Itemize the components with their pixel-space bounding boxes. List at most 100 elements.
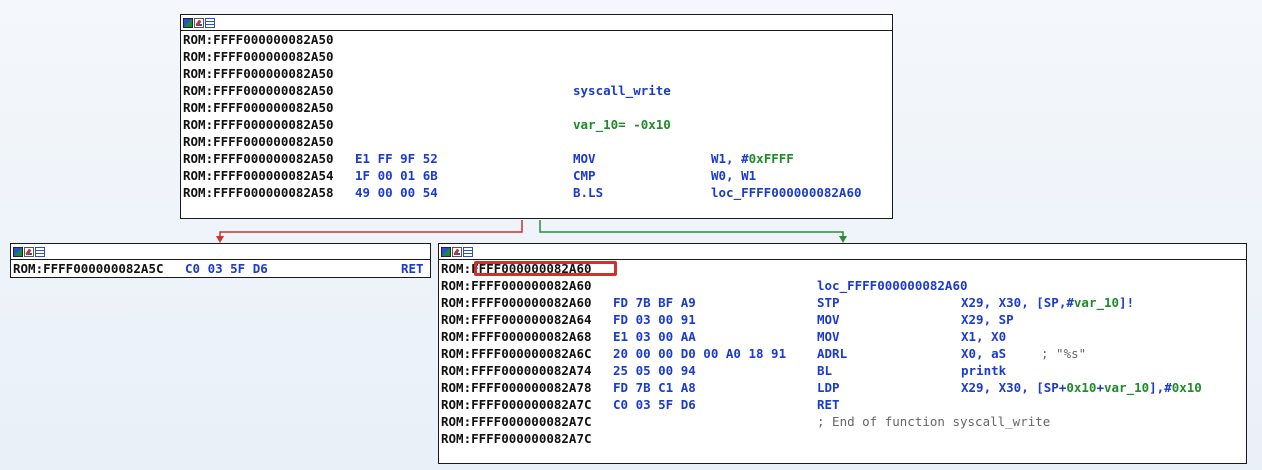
asm-line[interactable]: ROM:FFFF000000082A68 E1 03 00 AA MOV X1, X0 bbox=[441, 328, 1246, 345]
asm-line[interactable]: ROM:FFFF000000082A50 bbox=[183, 48, 892, 65]
graph-node-ret[interactable]: ROM:FFFF000000082A5C C0 03 5F D6 RET bbox=[10, 243, 431, 278]
operands[interactable]: X29, X30, [SP,#var_10]! bbox=[961, 294, 1134, 311]
address: ROM:FFFF000000082A60 bbox=[441, 295, 592, 310]
address: ROM:FFFF000000082A64 bbox=[441, 312, 592, 327]
opcode-bytes: 20 00 00 D0 00 A0 18 91 bbox=[613, 346, 787, 361]
mnemonic: RET bbox=[401, 261, 424, 276]
stack-var-decl[interactable]: var_10= -0x10 bbox=[573, 116, 671, 133]
asm-line[interactable]: ROM:FFFF000000082A7C bbox=[441, 430, 1246, 447]
opcode-bytes: 25 05 00 94 bbox=[613, 363, 696, 378]
address: ROM:FFFF000000082A78 bbox=[441, 380, 592, 395]
address: ROM:FFFF000000082A7C bbox=[441, 431, 592, 446]
comment: ; "%s" bbox=[1041, 346, 1087, 361]
asm-line[interactable]: ROM:FFFF000000082A6C 20 00 00 D0 00 A0 18… bbox=[441, 345, 1246, 362]
edit-node-icon[interactable] bbox=[24, 246, 34, 257]
address: ROM:FFFF000000082A50 bbox=[183, 49, 334, 64]
graph-node-loc-82a60[interactable]: ROM:FFFF000000082A60 ROM:FFFF000000082A6… bbox=[438, 243, 1247, 464]
opcode-bytes: E1 FF 9F 52 bbox=[355, 151, 438, 166]
asm-line[interactable]: ROM:FFFF000000082A50 var_10= -0x10 bbox=[183, 116, 892, 133]
asm-line[interactable]: ROM:FFFF000000082A54 1F 00 01 6B CMP W0, W1 bbox=[183, 167, 892, 184]
mnemonic: MOV bbox=[817, 312, 840, 327]
operand-text: X29, X30, [SP,# bbox=[961, 295, 1074, 310]
stack-var: var_10 bbox=[1073, 295, 1120, 310]
asm-line[interactable]: ROM:FFFF000000082A60 FD 7B BF A9 STP X29, X… bbox=[441, 294, 1246, 311]
text-view-icon[interactable] bbox=[463, 246, 473, 257]
opcode-bytes: C0 03 5F D6 bbox=[185, 261, 268, 276]
mnemonic: CMP bbox=[573, 168, 596, 183]
opcode-bytes: FD 7B BF A9 bbox=[613, 295, 696, 310]
asm-line[interactable]: ROM:FFFF000000082A78 FD 7B C1 A8 LDP X29, X… bbox=[441, 379, 1246, 396]
node-header bbox=[11, 244, 430, 260]
address: ROM:FFFF000000082A60 bbox=[441, 278, 592, 293]
address: ROM:FFFF000000082A50 bbox=[183, 100, 334, 115]
address: ROM:FFFF000000082A7C bbox=[441, 414, 592, 429]
opcode-bytes: E1 03 00 AA bbox=[613, 329, 696, 344]
asm-line[interactable]: ROM:FFFF000000082A58 49 00 00 54 B.LS loc_F… bbox=[183, 184, 892, 201]
operands[interactable]: W0, W1 bbox=[711, 167, 756, 184]
call-target[interactable]: printk bbox=[961, 362, 1006, 379]
operands[interactable]: X29, SP bbox=[961, 311, 1014, 328]
operand-text: ]! bbox=[1119, 295, 1135, 310]
branch-target[interactable]: loc_FFFF000000082A60 bbox=[711, 184, 862, 201]
asm-line[interactable]: ROM:FFFF000000082A50 bbox=[183, 133, 892, 150]
asm-line[interactable]: ROM:FFFF000000082A60 bbox=[441, 260, 1246, 277]
mnemonic: ADRL bbox=[817, 346, 848, 361]
address: ROM:FFFF000000082A5C bbox=[13, 261, 164, 276]
asm-line[interactable]: ROM:FFFF000000082A50 bbox=[183, 65, 892, 82]
asm-line[interactable]: ROM:FFFF000000082A5C C0 03 5F D6 RET bbox=[13, 260, 430, 277]
opcode-bytes: FD 7B C1 A8 bbox=[613, 380, 696, 395]
asm-line[interactable]: ROM:FFFF000000082A50 E1 FF 9F 52 MOV W1, #0… bbox=[183, 150, 892, 167]
function-name[interactable]: syscall_write bbox=[573, 82, 671, 99]
graph-view-icon[interactable] bbox=[13, 246, 23, 257]
comment: ; End of function syscall_write bbox=[817, 414, 1051, 429]
asm-line[interactable]: ROM:FFFF000000082A74 25 05 00 94 BL printk bbox=[441, 362, 1246, 379]
edge-false bbox=[219, 220, 523, 238]
operands[interactable]: X0, aS bbox=[961, 345, 1006, 362]
mnemonic: MOV bbox=[573, 151, 596, 166]
asm-line[interactable]: ROM:FFFF000000082A64 FD 03 00 91 MOV X29, S… bbox=[441, 311, 1246, 328]
address: ROM:FFFF000000082A7C bbox=[441, 397, 592, 412]
asm-line[interactable]: ROM:FFFF000000082A50 bbox=[183, 31, 892, 48]
asm-line[interactable]: ROM:FFFF000000082A7C ; End of function sy… bbox=[441, 413, 1246, 430]
location-label[interactable]: loc_FFFF000000082A60 bbox=[817, 277, 968, 294]
opcode-bytes: 1F 00 01 6B bbox=[355, 168, 438, 183]
operand-text: + bbox=[1096, 380, 1104, 395]
operands[interactable]: W1, #0xFFFF bbox=[711, 150, 794, 167]
operands[interactable]: X1, X0 bbox=[961, 328, 1006, 345]
mnemonic: B.LS bbox=[573, 185, 604, 200]
address: ROM:FFFF000000082A58 bbox=[183, 185, 334, 200]
address: ROM:FFFF000000082A50 bbox=[183, 134, 334, 149]
operands[interactable]: X29, X30, [SP+0x10+var_10],#0x10 bbox=[961, 379, 1202, 396]
graph-node-syscall-write[interactable]: ROM:FFFF000000082A50 ROM:FFFF000000082A5… bbox=[180, 14, 893, 219]
mnemonic: MOV bbox=[817, 329, 840, 344]
edge-true-arrow bbox=[839, 236, 847, 243]
mnemonic: RET bbox=[817, 397, 840, 412]
asm-line[interactable]: ROM:FFFF000000082A50 syscall_write bbox=[183, 82, 892, 99]
edit-node-icon[interactable] bbox=[452, 246, 462, 257]
operand-text: W1, # bbox=[711, 151, 749, 166]
opcode-bytes: 49 00 00 54 bbox=[355, 185, 438, 200]
opcode-bytes: FD 03 00 91 bbox=[613, 312, 696, 327]
immediate: 0xFFFF bbox=[748, 151, 794, 166]
operand-text: ],# bbox=[1149, 380, 1172, 395]
text-view-icon[interactable] bbox=[205, 17, 215, 28]
edge-false-arrow bbox=[216, 236, 224, 243]
address: ROM:FFFF000000082A68 bbox=[441, 329, 592, 344]
asm-line[interactable]: ROM:FFFF000000082A50 bbox=[183, 99, 892, 116]
stack-var: var_10 bbox=[1104, 380, 1150, 395]
graph-view-icon[interactable] bbox=[441, 246, 451, 257]
opcode-bytes: C0 03 5F D6 bbox=[613, 397, 696, 412]
graph-view-icon[interactable] bbox=[183, 17, 193, 28]
asm-line[interactable]: ROM:FFFF000000082A7C C0 03 5F D6 RET bbox=[441, 396, 1246, 413]
operand-text: X29, X30, [SP+ bbox=[961, 380, 1067, 395]
asm-line[interactable]: ROM:FFFF000000082A60 loc_FFFF000000082A60 bbox=[441, 277, 1246, 294]
node-header bbox=[181, 15, 892, 31]
node-header bbox=[439, 244, 1246, 260]
text-view-icon[interactable] bbox=[35, 246, 45, 257]
edit-node-icon[interactable] bbox=[194, 17, 204, 28]
edge-true bbox=[539, 220, 844, 238]
address: ROM:FFFF000000082A54 bbox=[183, 168, 334, 183]
address: ROM:FFFF000000082A50 bbox=[183, 151, 334, 166]
address-highlight-box bbox=[474, 261, 617, 276]
immediate: 0x10 bbox=[1171, 380, 1202, 395]
